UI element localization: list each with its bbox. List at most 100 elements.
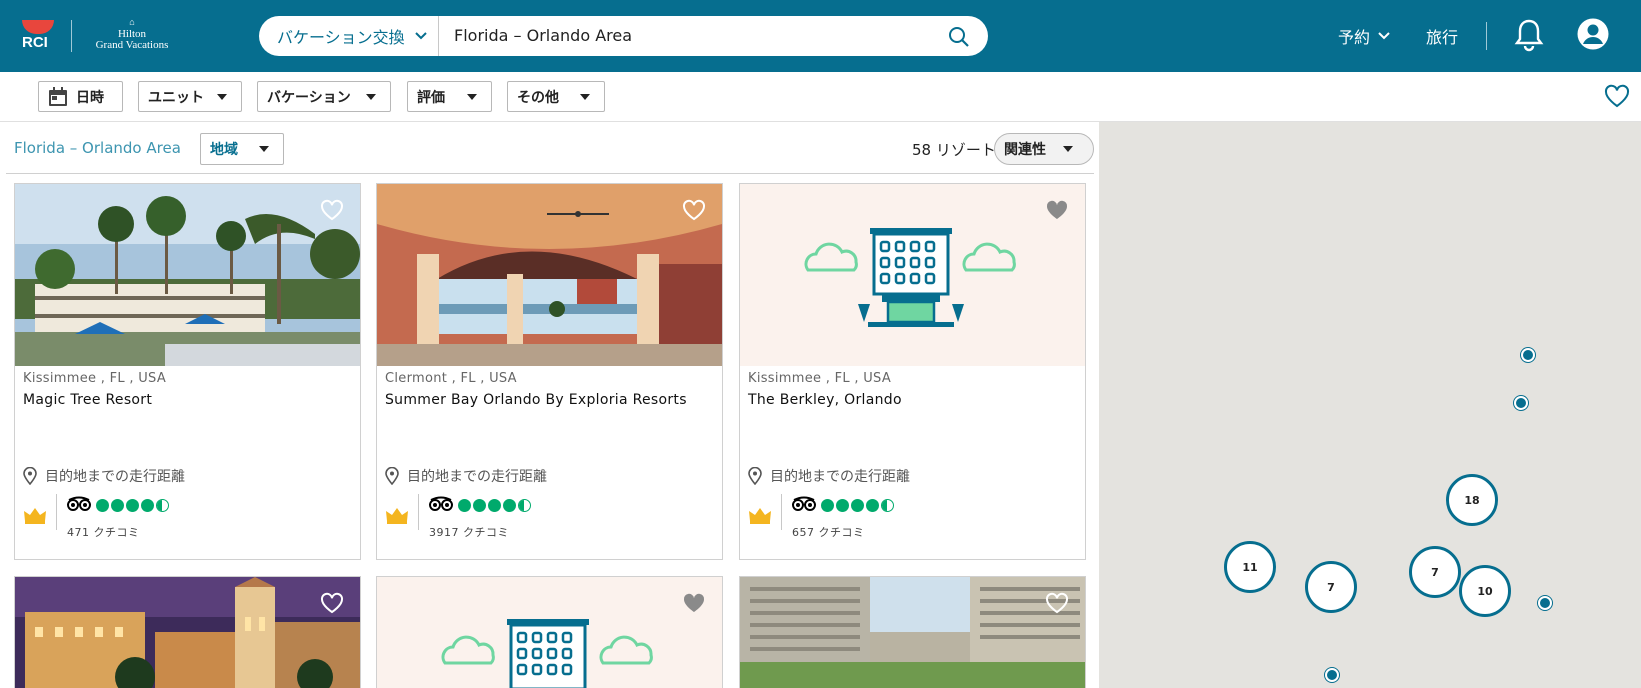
- top-header: RCI ⌂ Hilton Grand Vacations バケーション交換 Fl…: [0, 0, 1641, 72]
- drive-distance: 目的地までの走行距離: [23, 466, 185, 486]
- review-count[interactable]: 471 クチコミ: [67, 524, 140, 540]
- review-count[interactable]: 657 クチコミ: [792, 524, 865, 540]
- resort-card[interactable]: Kissimmee , FL , USA The Berkley, Orland…: [739, 183, 1086, 560]
- resort-name[interactable]: The Berkley, Orlando: [748, 392, 902, 408]
- logo-divider: [71, 20, 72, 52]
- resort-card[interactable]: Clermont , FL , USA Summer Bay Orlando B…: [376, 183, 723, 560]
- nav-travel[interactable]: 旅行: [1426, 0, 1458, 72]
- rating-bubble-full: [473, 499, 486, 512]
- resort-photo: [15, 184, 360, 366]
- region-label: 地域: [210, 142, 238, 158]
- filter-bar: 日時 ユニット バケーション 評価 その他: [0, 72, 1641, 122]
- nav-booking[interactable]: 予約: [1338, 0, 1390, 72]
- nav-travel-label: 旅行: [1426, 28, 1459, 47]
- hilton-grand-vacations-logo[interactable]: ⌂ Hilton Grand Vacations: [82, 18, 182, 54]
- caret-down-icon: [467, 94, 477, 100]
- resort-card[interactable]: [739, 576, 1086, 688]
- caret-down-icon: [259, 146, 269, 152]
- account-icon[interactable]: [1577, 18, 1609, 50]
- location-link[interactable]: Florida – Orlando Area: [14, 139, 181, 157]
- favorites-heart-icon[interactable]: [1604, 84, 1630, 108]
- heart-icon[interactable]: [682, 199, 706, 221]
- drive-distance-label: 目的地までの走行距離: [45, 469, 185, 485]
- resort-card[interactable]: [14, 576, 361, 688]
- drive-distance: 目的地までの走行距離: [385, 466, 547, 486]
- resort-location: Kissimmee , FL , USA: [748, 371, 892, 386]
- resort-photo: [740, 577, 1085, 688]
- hilton-logo-line2: Grand Vacations: [95, 39, 169, 51]
- search-input[interactable]: Florida – Orlando Area: [454, 16, 632, 56]
- rci-logo[interactable]: RCI: [20, 18, 56, 54]
- date-filter-button[interactable]: 日時: [38, 81, 123, 112]
- other-filter-label: その他: [517, 89, 559, 106]
- heart-icon[interactable]: [320, 199, 344, 221]
- heart-icon[interactable]: [682, 592, 706, 614]
- chevron-down-icon: [414, 32, 427, 40]
- heart-icon[interactable]: [320, 592, 344, 614]
- map-pin[interactable]: [1521, 348, 1535, 362]
- vacation-filter-button[interactable]: バケーション: [257, 81, 391, 112]
- crown-icon: [24, 508, 46, 524]
- search-icon[interactable]: [948, 26, 970, 48]
- resort-card[interactable]: Kissimmee , FL , USA Magic Tree Resort 目…: [14, 183, 361, 560]
- vacation-filter-label: バケーション: [267, 89, 351, 106]
- tripadvisor-owl-icon: [67, 496, 91, 511]
- map-cluster[interactable]: 11: [1224, 541, 1276, 593]
- map-cluster[interactable]: 7: [1409, 546, 1461, 598]
- search-type-label: バケーション交換: [277, 28, 405, 47]
- heart-icon[interactable]: [1045, 199, 1069, 221]
- rating-bubble-full: [851, 499, 864, 512]
- divider: [418, 494, 419, 530]
- resort-location: Clermont , FL , USA: [385, 371, 517, 386]
- unit-filter-label: ユニット: [148, 89, 204, 106]
- map-panel[interactable]: 18 11 7 7 10: [1099, 122, 1641, 688]
- date-filter-label: 日時: [76, 89, 104, 106]
- subbar-divider: [6, 173, 1094, 174]
- map-cluster[interactable]: 10: [1459, 565, 1511, 617]
- tripadvisor-owl-icon: [429, 496, 453, 511]
- review-count[interactable]: 3917 クチコミ: [429, 524, 509, 540]
- sort-dropdown[interactable]: 関連性: [994, 133, 1094, 165]
- rating-filter-label: 評価: [417, 89, 445, 106]
- heart-icon[interactable]: [1045, 592, 1069, 614]
- other-filter-button[interactable]: その他: [507, 81, 605, 112]
- rating-bubble-full: [96, 499, 109, 512]
- region-dropdown[interactable]: 地域: [200, 133, 284, 165]
- map-pin[interactable]: [1538, 596, 1552, 610]
- resort-photo: [377, 184, 722, 366]
- resort-placeholder-image: [377, 577, 722, 688]
- crown-icon: [386, 508, 408, 524]
- hilton-logo-mark: ⌂: [129, 17, 135, 27]
- rating-bubble-full: [111, 499, 124, 512]
- caret-down-icon: [217, 94, 227, 100]
- map-cluster[interactable]: 7: [1305, 561, 1357, 613]
- unit-filter-button[interactable]: ユニット: [138, 81, 242, 112]
- drive-distance-label: 目的地までの走行距離: [770, 469, 910, 485]
- rating-bubble-full: [141, 499, 154, 512]
- resort-card[interactable]: [376, 576, 723, 688]
- resort-location: Kissimmee , FL , USA: [23, 371, 167, 386]
- map-cluster[interactable]: 18: [1446, 474, 1498, 526]
- drive-distance-label: 目的地までの走行距離: [407, 469, 547, 485]
- rating-bubble-full: [866, 499, 879, 512]
- caret-down-icon: [366, 94, 376, 100]
- search-bar: バケーション交換 Florida – Orlando Area: [259, 16, 988, 56]
- rating-bubble-half: [156, 499, 169, 512]
- resort-name[interactable]: Magic Tree Resort: [23, 392, 152, 408]
- resort-name[interactable]: Summer Bay Orlando By Exploria Resorts: [385, 392, 687, 408]
- map-pin[interactable]: [1325, 668, 1339, 682]
- search-type-select[interactable]: バケーション交換: [259, 16, 439, 56]
- resort-photo: [15, 577, 360, 688]
- resort-count: 58 リゾート: [912, 141, 996, 159]
- divider: [781, 494, 782, 530]
- bell-icon[interactable]: [1513, 18, 1545, 52]
- resort-placeholder-image: [740, 184, 1085, 366]
- caret-down-icon: [580, 94, 590, 100]
- rating-bubbles: [96, 499, 169, 512]
- rating-bubble-half: [881, 499, 894, 512]
- rating-filter-button[interactable]: 評価: [407, 81, 492, 112]
- caret-down-icon: [1063, 146, 1073, 152]
- map-pin[interactable]: [1514, 396, 1528, 410]
- rci-logo-cap: [22, 20, 54, 34]
- rating-bubble-full: [836, 499, 849, 512]
